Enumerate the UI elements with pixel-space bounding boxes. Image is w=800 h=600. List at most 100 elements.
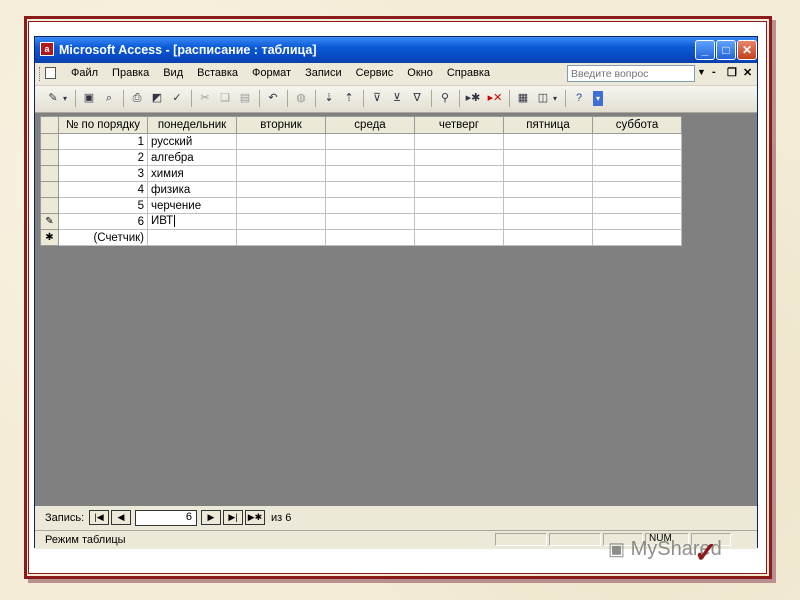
cell[interactable]: [503, 229, 593, 246]
minimize-button[interactable]: _: [695, 40, 715, 60]
cell[interactable]: [325, 165, 415, 182]
cell[interactable]: [592, 133, 682, 150]
print-icon[interactable]: ⎙: [129, 91, 145, 106]
column-header[interactable]: среда: [325, 116, 415, 134]
first-record-button[interactable]: |◀: [89, 510, 109, 525]
find-icon[interactable]: ⚲: [437, 91, 453, 106]
menu-window[interactable]: Окно: [407, 67, 433, 79]
access-app-icon[interactable]: a: [40, 42, 54, 56]
spelling-icon[interactable]: ✓: [169, 91, 185, 106]
menu-records[interactable]: Записи: [305, 67, 342, 79]
cell[interactable]: [325, 181, 415, 198]
menu-edit[interactable]: Правка: [112, 67, 149, 79]
sort-ascending-icon[interactable]: ⇣: [321, 91, 337, 106]
cell[interactable]: [414, 181, 504, 198]
cell-monday[interactable]: физика: [147, 181, 237, 198]
cell[interactable]: [414, 133, 504, 150]
cell[interactable]: [414, 165, 504, 182]
cell[interactable]: [325, 229, 415, 246]
menu-view[interactable]: Вид: [163, 67, 183, 79]
cell-number[interactable]: 3: [58, 165, 148, 182]
column-header[interactable]: № по порядку: [58, 116, 148, 134]
help-question-input[interactable]: [567, 65, 695, 82]
cell[interactable]: [236, 197, 326, 214]
column-header[interactable]: пятница: [503, 116, 593, 134]
document-icon[interactable]: [45, 67, 56, 79]
new-object-dropdown-icon[interactable]: ▾: [551, 91, 559, 106]
cell[interactable]: [236, 149, 326, 166]
cell[interactable]: [503, 133, 593, 150]
previous-record-button[interactable]: ◀: [111, 510, 131, 525]
cell[interactable]: [503, 197, 593, 214]
new-record-icon[interactable]: ▸✱: [465, 91, 481, 106]
cell-number[interactable]: 6: [58, 213, 148, 230]
mdi-close-button[interactable]: ✕: [743, 66, 752, 79]
record-number-field[interactable]: 6: [135, 510, 197, 526]
close-button[interactable]: ✕: [737, 40, 757, 60]
cell[interactable]: [147, 229, 237, 246]
cell-number[interactable]: 4: [58, 181, 148, 198]
toolbar-options-icon[interactable]: ▾: [593, 91, 603, 106]
cell[interactable]: [414, 197, 504, 214]
search-files-icon[interactable]: ⌕: [101, 91, 117, 106]
row-selector[interactable]: [40, 181, 59, 198]
filter-by-selection-icon[interactable]: ⊽: [369, 91, 385, 106]
menu-insert[interactable]: Вставка: [197, 67, 238, 79]
new-record-asterisk-icon[interactable]: ✱: [40, 229, 59, 246]
row-selector[interactable]: [40, 133, 59, 150]
menu-help[interactable]: Справка: [447, 67, 490, 79]
view-icon[interactable]: ✎: [45, 91, 61, 106]
cell[interactable]: [503, 165, 593, 182]
cell-monday[interactable]: химия: [147, 165, 237, 182]
cell-number[interactable]: 2: [58, 149, 148, 166]
database-window-icon[interactable]: ▦: [515, 91, 531, 106]
new-record-button[interactable]: ▶✱: [245, 510, 265, 525]
cell[interactable]: [414, 213, 504, 230]
cut-icon[interactable]: ✂: [197, 91, 213, 106]
menu-format[interactable]: Формат: [252, 67, 291, 79]
insert-hyperlink-icon[interactable]: ◍: [293, 91, 309, 106]
copy-icon[interactable]: ❏: [217, 91, 233, 106]
next-record-button[interactable]: ▶: [201, 510, 221, 525]
view-dropdown-icon[interactable]: ▾: [61, 91, 69, 106]
cell[interactable]: [503, 181, 593, 198]
cell[interactable]: [592, 213, 682, 230]
title-bar[interactable]: a Microsoft Access - [расписание : табли…: [35, 37, 757, 63]
column-header[interactable]: вторник: [236, 116, 326, 134]
cell[interactable]: [592, 229, 682, 246]
apply-filter-icon[interactable]: ∇: [409, 91, 425, 106]
cell[interactable]: [414, 149, 504, 166]
print-preview-icon[interactable]: ◩: [149, 91, 165, 106]
cell[interactable]: [592, 197, 682, 214]
cell[interactable]: [325, 213, 415, 230]
mdi-minimize-button[interactable]: -: [712, 66, 716, 78]
cell[interactable]: [325, 133, 415, 150]
counter-placeholder[interactable]: (Счетчик): [58, 229, 148, 246]
paste-icon[interactable]: ▤: [237, 91, 253, 106]
cell[interactable]: [236, 229, 326, 246]
help-icon[interactable]: ?: [571, 91, 587, 106]
cell[interactable]: [325, 197, 415, 214]
row-selector[interactable]: [40, 165, 59, 182]
cell[interactable]: [236, 165, 326, 182]
cell-monday[interactable]: русский: [147, 133, 237, 150]
cell[interactable]: [325, 149, 415, 166]
cell-monday-editing[interactable]: ИВТ: [147, 213, 237, 230]
sort-descending-icon[interactable]: ⇡: [341, 91, 357, 106]
cell-monday[interactable]: алгебра: [147, 149, 237, 166]
menu-file[interactable]: Файл: [71, 67, 98, 79]
mdi-restore-button[interactable]: ❐: [727, 66, 737, 79]
last-record-button[interactable]: ▶|: [223, 510, 243, 525]
cell[interactable]: [503, 149, 593, 166]
column-header[interactable]: четверг: [414, 116, 504, 134]
cell-number[interactable]: 1: [58, 133, 148, 150]
undo-icon[interactable]: ↶: [265, 91, 281, 106]
cell[interactable]: [592, 181, 682, 198]
cell-number[interactable]: 5: [58, 197, 148, 214]
filter-by-form-icon[interactable]: ⊻: [389, 91, 405, 106]
save-icon[interactable]: ▣: [81, 91, 97, 106]
edit-record-pencil-icon[interactable]: ✎: [40, 213, 59, 230]
cell[interactable]: [592, 149, 682, 166]
help-dropdown-icon[interactable]: ▼: [697, 67, 706, 77]
delete-record-icon[interactable]: ▸✕: [487, 91, 503, 106]
